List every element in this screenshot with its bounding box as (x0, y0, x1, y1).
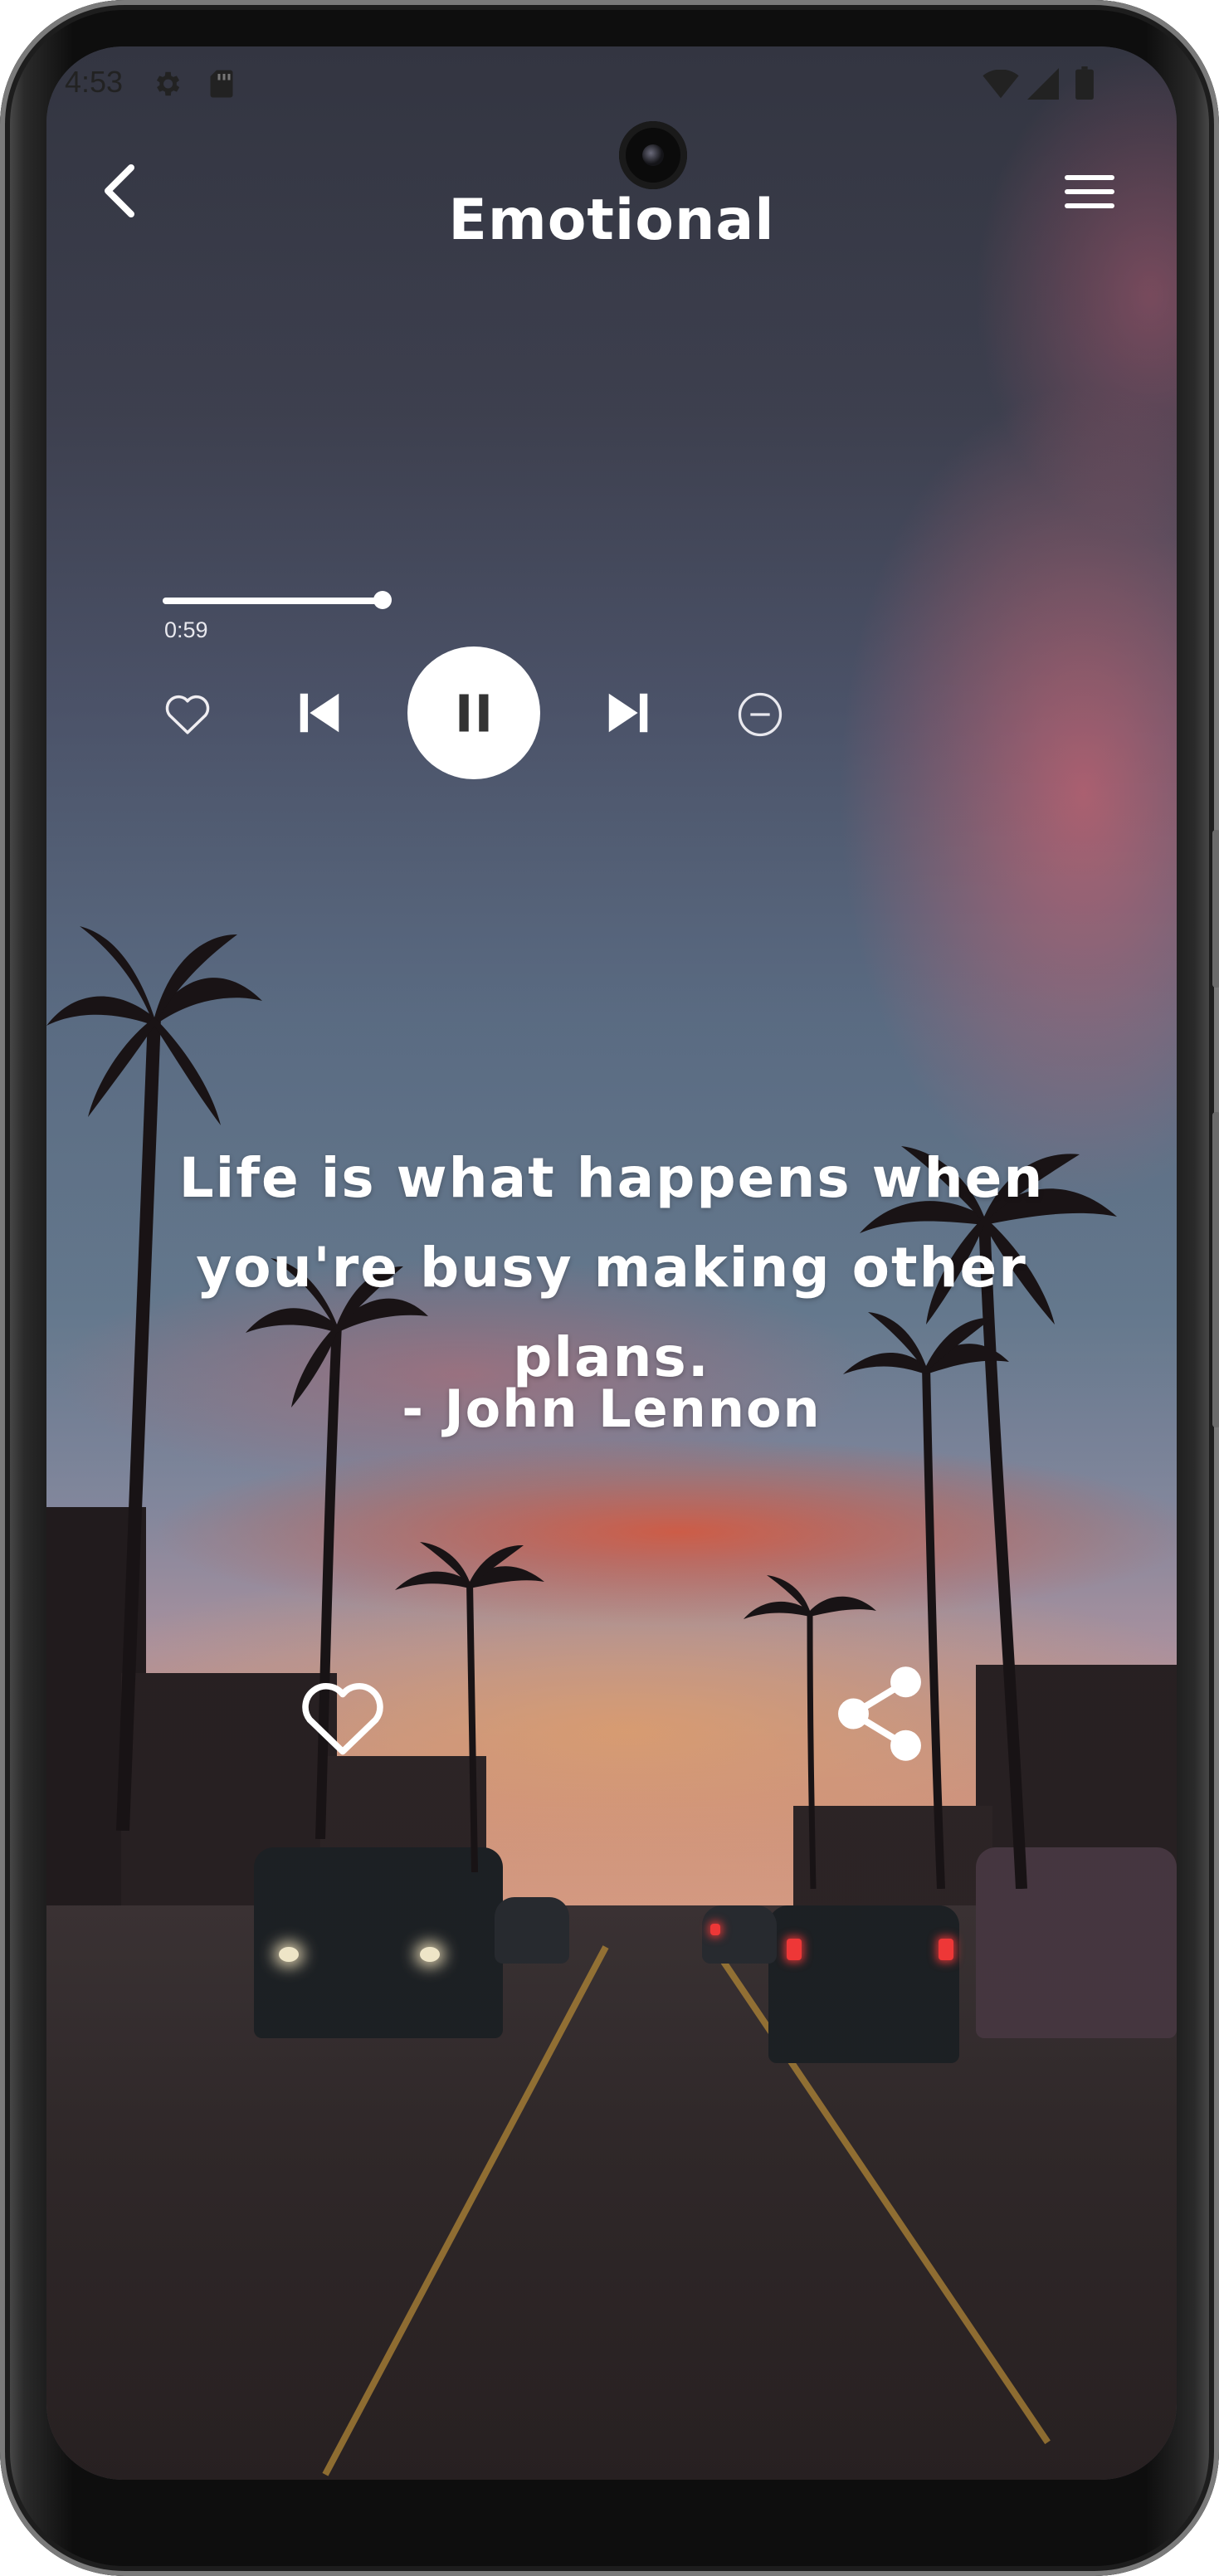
heart-outline-icon (302, 1683, 383, 1755)
settings-icon (156, 71, 180, 96)
progress-slider[interactable] (163, 591, 392, 609)
progress-thumb[interactable] (373, 591, 392, 609)
previous-button[interactable] (294, 687, 345, 739)
like-button[interactable] (163, 690, 212, 736)
share-icon (838, 1666, 921, 1761)
status-time: 4:53 (65, 65, 124, 99)
battery-icon (1075, 66, 1094, 100)
quote-text: Life is what happens when you're busy ma… (178, 1146, 1045, 1389)
pause-icon (459, 694, 489, 732)
page-title: Emotional (448, 188, 775, 253)
skip-next-icon (608, 693, 648, 733)
minus-circle-icon (738, 692, 783, 737)
status-bar: 4:53 (46, 46, 1177, 121)
menu-button[interactable] (1061, 163, 1119, 221)
favorite-button[interactable] (294, 1673, 392, 1759)
share-button[interactable] (835, 1665, 924, 1763)
heart-outline-icon (165, 695, 210, 734)
front-camera (619, 121, 687, 189)
elapsed-time: 0:59 (164, 617, 208, 642)
hamburger-menu-icon (1065, 175, 1114, 208)
sd-card-icon (210, 70, 233, 98)
next-button[interactable] (602, 687, 654, 739)
progress-fill (163, 598, 383, 604)
power-button (1212, 1112, 1219, 1427)
remove-button[interactable] (737, 691, 783, 738)
volume-button (1212, 830, 1219, 988)
device-stage: 4:53 Emotional 0:59 Life is what happens… (0, 0, 1219, 2576)
screen: 4:53 Emotional 0:59 Life is what happens… (46, 46, 1177, 2480)
wifi-icon (983, 70, 1019, 99)
skip-previous-icon (300, 693, 339, 733)
pause-button[interactable] (407, 646, 540, 779)
signal-icon (1027, 68, 1059, 100)
quote-author: - John Lennon (402, 1378, 822, 1439)
